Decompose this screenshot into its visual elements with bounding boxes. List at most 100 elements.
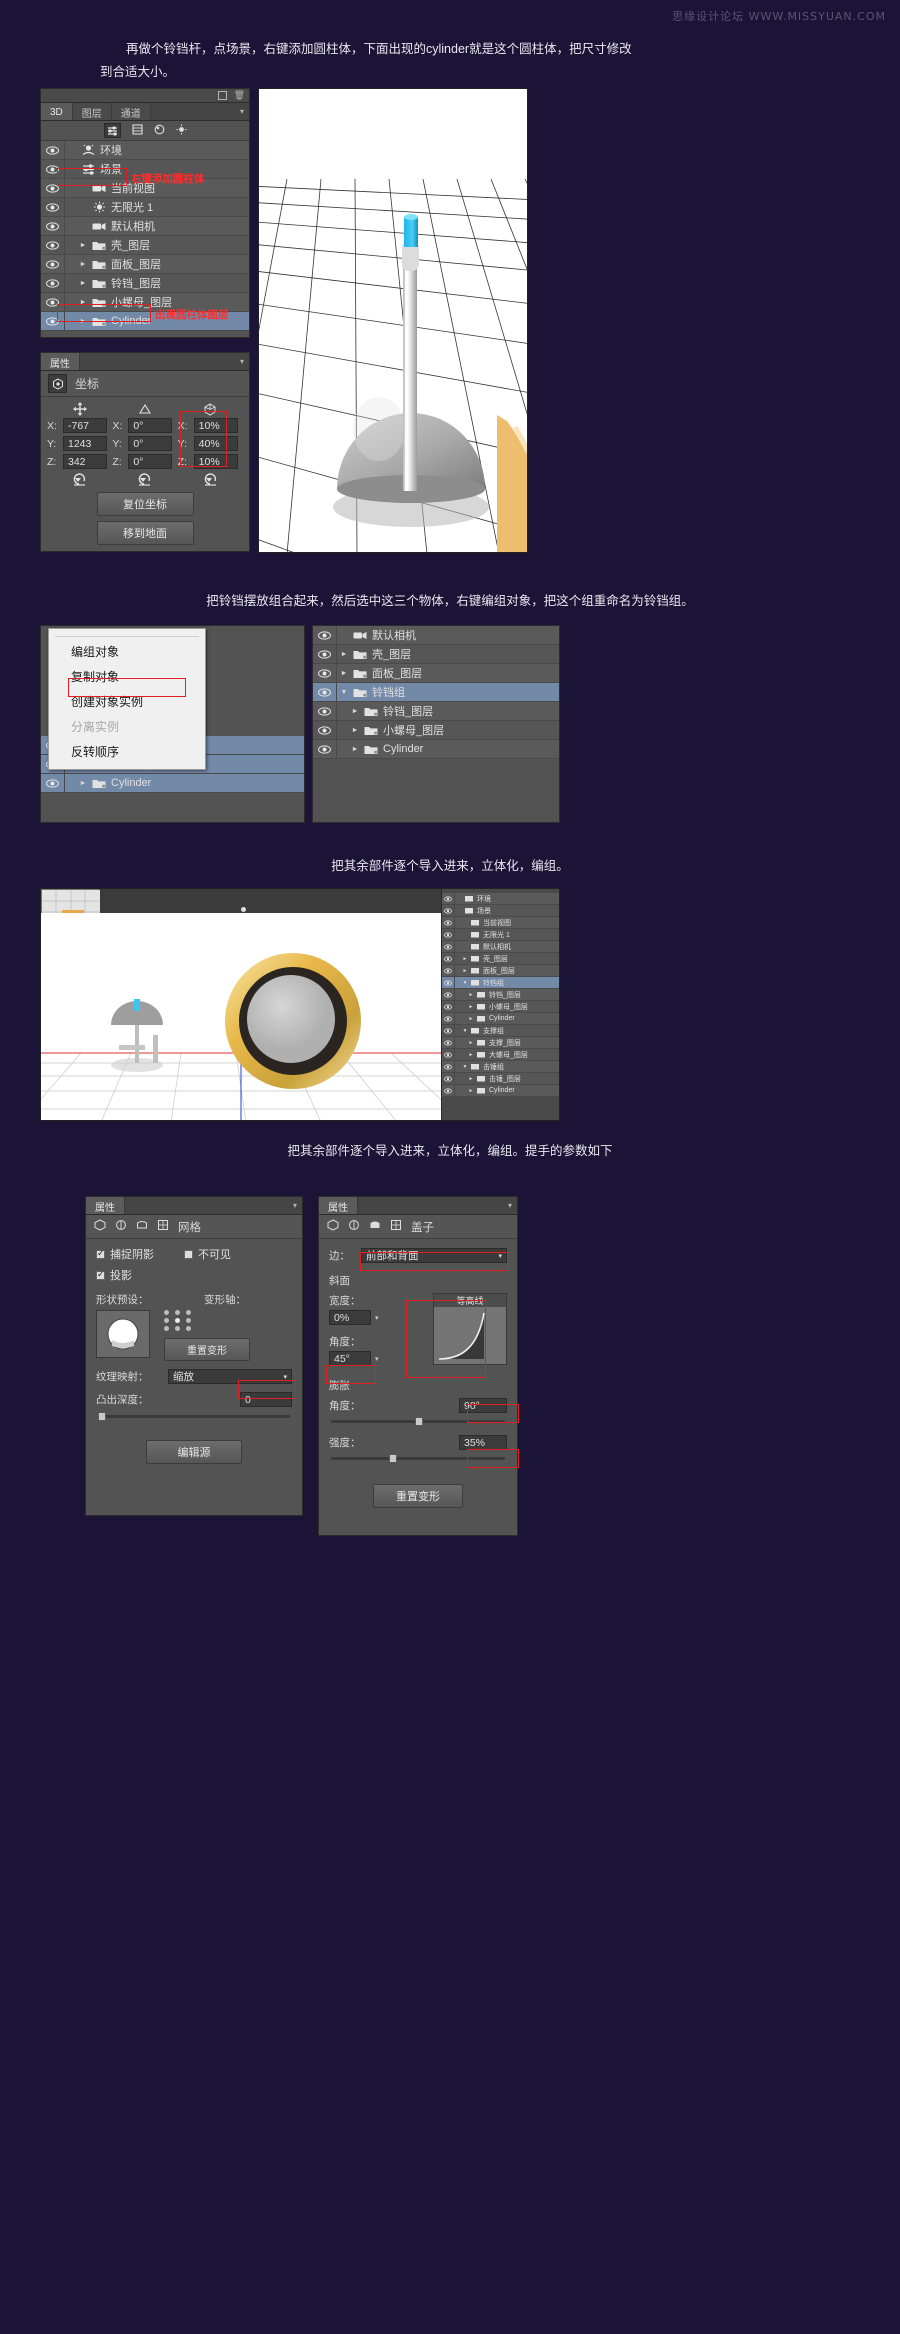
visibility-eye-icon[interactable] [442,965,455,976]
visibility-eye-icon[interactable] [442,953,455,964]
cap-panel-menu-icon[interactable]: ▾ [503,1197,517,1214]
visibility-eye-icon[interactable] [313,702,337,720]
twirl-arrow-icon[interactable]: ► [461,968,469,974]
context-menu[interactable]: 编组对象 复制对象 创建对象实例 分离实例 反转顺序 [48,628,206,770]
light-filter-icon[interactable] [176,122,187,140]
twirl-arrow-icon[interactable]: ▼ [461,1064,469,1070]
scale-x-input[interactable]: 10% [193,418,238,433]
visibility-eye-icon[interactable] [442,1061,455,1072]
visibility-eye-icon[interactable] [41,179,65,197]
tab-layers[interactable]: 图层 [72,103,112,120]
screen-mode-icon[interactable] [217,91,227,100]
reset-deform-button-cap[interactable]: 重置变形 [373,1484,463,1508]
layer-row[interactable]: ► Cylinder [313,740,559,759]
layer-row[interactable]: ► 壳_图层 [41,236,249,255]
rotation-z-input[interactable]: 0° [128,454,173,469]
twirl-arrow-icon[interactable]: ► [76,261,90,268]
layer-row[interactable]: 无限光 1 [41,198,249,217]
cap-tab-icon[interactable] [136,1218,148,1236]
side-select[interactable]: 前部和背面 ▾ [361,1248,507,1263]
contour-preview[interactable]: 等高线 [433,1293,507,1365]
twirl-arrow-icon[interactable]: ► [76,780,90,787]
visibility-eye-icon[interactable] [41,255,65,273]
scene-tree-row[interactable]: ► 小螺母_图层 [442,1001,559,1013]
layer-row[interactable]: ► 面板_图层 [41,255,249,274]
visibility-eye-icon[interactable] [313,645,337,663]
visibility-eye-icon[interactable] [41,236,65,254]
visibility-eye-icon[interactable] [313,626,337,644]
scene-tree-row[interactable]: ► 大螺母_图层 [442,1049,559,1061]
position-y-input[interactable]: 1243 [63,436,107,451]
material-filter-icon[interactable] [154,122,165,140]
scene-tree-row[interactable]: ► 壳_图层 [442,953,559,965]
scene-tree-row[interactable]: ► 铃铛_图层 [442,989,559,1001]
scene-tree-row[interactable]: ► Cylinder [442,1013,559,1025]
visibility-eye-icon[interactable] [41,274,65,292]
cast-shadow-checkbox[interactable]: 投影 [96,1267,292,1283]
context-behind-row[interactable]: ► Cylinder [41,774,304,793]
inflate-angle-knob[interactable] [415,1417,423,1426]
extrude-depth-knob[interactable] [98,1412,106,1421]
twirl-arrow-icon[interactable]: ► [337,651,351,658]
tab-3d[interactable]: 3D [41,103,73,120]
tab-properties-mesh[interactable]: 属性 [86,1197,125,1214]
visibility-eye-icon[interactable] [442,989,455,1000]
visibility-eye-icon[interactable] [442,905,455,916]
scene-tree-row[interactable]: ► Cylinder [442,1085,559,1097]
mesh-panel-menu-icon[interactable]: ▾ [288,1197,302,1214]
catch-shadow-box[interactable] [96,1248,105,1259]
position-x-input[interactable]: -767 [63,418,107,433]
scene-tree-row[interactable]: ▼ 支撑组 [442,1025,559,1037]
move-to-ground-button[interactable]: 移到地面 [96,521,194,545]
bevel-width-input[interactable]: 0% [329,1310,371,1325]
twirl-arrow-icon[interactable]: ► [467,1016,475,1022]
layer-row[interactable]: ► 铃铛_图层 [313,702,559,721]
strength-slider[interactable] [331,1454,505,1463]
visibility-eye-icon[interactable] [442,917,455,928]
visibility-eye-icon[interactable] [442,929,455,940]
width-stepper-icon[interactable]: ▾ [375,1314,379,1322]
scene-filter-icon[interactable] [103,123,121,138]
scene-tree-list[interactable]: 环境 场景 当前视图 无限光 1 默认相机 ► 壳_图层 ► 面板_图层 ▼ 铃铛组 ► 铃铛_图层 ► 小… [442,889,559,1097]
edit-source-button[interactable]: 编辑源 [146,1440,242,1464]
visibility-eye-icon[interactable] [442,1001,455,1012]
scene-tree-row[interactable]: 无限光 1 [442,929,559,941]
deform-tab-icon[interactable] [115,1218,127,1236]
extrude-depth-slider[interactable] [98,1412,290,1421]
layer-row[interactable]: ▼ 铃铛组 [313,683,559,702]
strength-knob[interactable] [389,1454,397,1463]
reset-scale-icon[interactable] [178,473,243,486]
position-z-input[interactable]: 342 [63,454,107,469]
reset-position-icon[interactable] [47,473,112,486]
twirl-arrow-icon[interactable]: ► [76,280,90,287]
scene-tree-row[interactable]: ► 击锤_图层 [442,1073,559,1085]
shape-preset-swatch[interactable] [96,1310,150,1358]
texture-map-select[interactable]: 缩放 ▾ [168,1369,292,1384]
panel-3d-layer-list[interactable]: 环境 场景 当前视图 无限光 1 默认相机 ► 壳_图层 ► 面板_图层 ► 铃铛_图层 ► 小螺母_图… [41,141,249,331]
twirl-arrow-icon[interactable]: ► [467,1052,475,1058]
twirl-arrow-icon[interactable]: ► [348,708,362,715]
catch-shadow-checkbox[interactable]: 捕捉阴影 [96,1246,154,1262]
twirl-arrow-icon[interactable]: ► [467,1004,475,1010]
visibility-eye-icon[interactable] [442,941,455,952]
scene-tree-row[interactable]: 场景 [442,905,559,917]
mesh-tab-icon-2[interactable] [327,1218,339,1236]
cast-shadow-box[interactable] [96,1269,105,1280]
visibility-eye-icon[interactable] [41,141,65,159]
twirl-arrow-icon[interactable]: ► [76,299,90,306]
strength-input[interactable]: 35% [459,1435,507,1450]
context-menu-item[interactable]: 编组对象 [49,639,205,664]
layer-row[interactable]: ► 壳_图层 [313,645,559,664]
scene-tree-row[interactable]: ▼ 击锤组 [442,1061,559,1073]
twirl-arrow-icon[interactable]: ► [76,318,90,325]
reset-coordinates-button[interactable]: 复位坐标 [96,492,194,516]
visibility-eye-icon[interactable] [41,312,65,330]
scene-tree-row[interactable]: ► 面板_图层 [442,965,559,977]
cap-tab-icon-2[interactable] [369,1218,381,1236]
twirl-arrow-icon[interactable]: ► [467,992,475,998]
rotation-x-input[interactable]: 0° [128,418,173,433]
twirl-arrow-icon[interactable]: ► [461,956,469,962]
coord-tab-icon-2[interactable] [390,1218,402,1236]
visibility-eye-icon[interactable] [41,198,65,216]
mesh-tab-icon[interactable] [94,1218,106,1236]
